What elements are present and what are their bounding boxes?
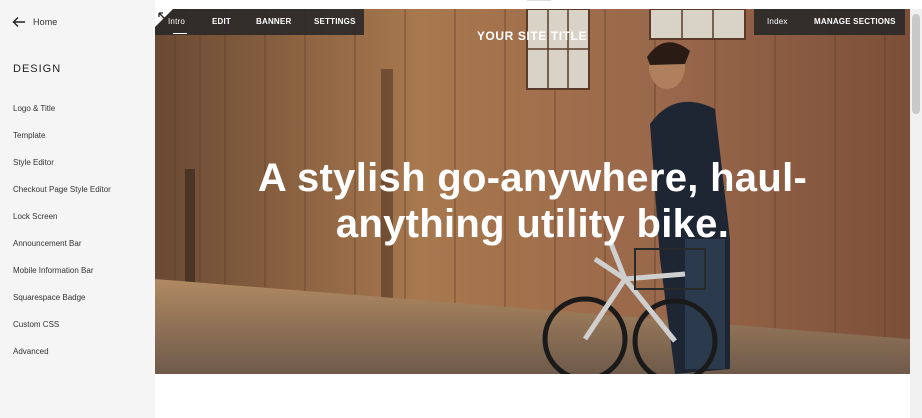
- back-label: Home: [33, 17, 58, 27]
- scrollbar-thumb[interactable]: [912, 14, 920, 114]
- headline-line-1: A stylish go-anywhere, haul-: [257, 156, 808, 200]
- section-toolbar: Intro EDIT BANNER SETTINGS: [155, 9, 364, 35]
- hero-banner[interactable]: Intro EDIT BANNER SETTINGS Index MANAGE …: [155, 9, 910, 374]
- menu-item-custom-css[interactable]: Custom CSS: [13, 316, 111, 343]
- menu-item-mobile-info-bar[interactable]: Mobile Information Bar: [13, 262, 111, 289]
- design-sidebar: Home DESIGN Logo & Title Template Style …: [0, 0, 155, 418]
- hero-headline[interactable]: A stylish go-anywhere, haul- anything ut…: [217, 155, 848, 247]
- arrow-left-icon: [12, 17, 25, 27]
- menu-item-advanced[interactable]: Advanced: [13, 343, 111, 370]
- menu-item-template[interactable]: Template: [13, 127, 111, 154]
- menu-item-squarespace-badge[interactable]: Squarespace Badge: [13, 289, 111, 316]
- back-home-link[interactable]: Home: [12, 14, 57, 30]
- settings-button[interactable]: SETTINGS: [314, 17, 356, 26]
- preview-top-handle: [527, 0, 551, 3]
- intro-underline: [173, 33, 187, 34]
- site-preview: Intro EDIT BANNER SETTINGS Index MANAGE …: [155, 0, 922, 418]
- menu-item-checkout-style-editor[interactable]: Checkout Page Style Editor: [13, 181, 111, 208]
- menu-item-logo-title[interactable]: Logo & Title: [13, 100, 111, 127]
- edit-button[interactable]: EDIT: [212, 17, 231, 26]
- section-title: DESIGN: [13, 63, 62, 75]
- menu-item-style-editor[interactable]: Style Editor: [13, 154, 111, 181]
- menu-item-announcement-bar[interactable]: Announcement Bar: [13, 235, 111, 262]
- index-button[interactable]: Index: [767, 17, 788, 26]
- tab-intro[interactable]: Intro: [168, 17, 185, 26]
- page-toolbar: Index MANAGE SECTIONS: [754, 9, 905, 35]
- design-menu: Logo & Title Template Style Editor Check…: [13, 100, 111, 370]
- manage-sections-button[interactable]: MANAGE SECTIONS: [814, 17, 896, 26]
- site-title[interactable]: YOUR SITE TITLE: [472, 29, 592, 43]
- menu-item-lock-screen[interactable]: Lock Screen: [13, 208, 111, 235]
- banner-button[interactable]: BANNER: [256, 17, 291, 26]
- preview-scrollbar[interactable]: [910, 9, 922, 418]
- headline-line-2: anything utility bike.: [335, 202, 730, 246]
